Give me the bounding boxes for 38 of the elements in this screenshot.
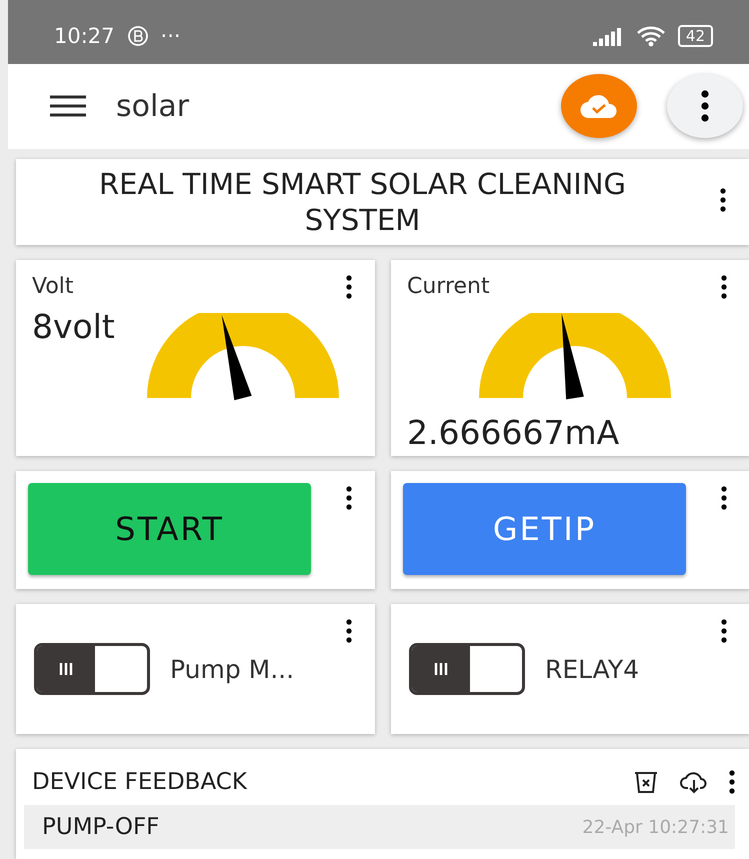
app-title: solar [116, 88, 190, 124]
feedback-title: DEVICE FEEDBACK [32, 769, 248, 795]
clear-icon[interactable] [633, 770, 659, 794]
switch-label: Pump M... [170, 654, 294, 684]
more-icon [721, 275, 727, 299]
action-button[interactable]: START [28, 483, 311, 575]
more-icon [729, 770, 735, 794]
more-icon [721, 619, 727, 643]
menu-button[interactable] [50, 95, 86, 118]
signal-icon [592, 26, 624, 46]
more-icon [346, 275, 352, 299]
battery-indicator: 42 [678, 24, 713, 47]
feedback-time: 22-Apr 10:27:31 [582, 816, 729, 838]
toggle-switch[interactable] [34, 643, 150, 695]
more-icon [721, 486, 727, 510]
cloud-download-icon[interactable] [679, 770, 709, 794]
more-button[interactable] [667, 74, 743, 138]
more-icon [346, 619, 352, 643]
more-icon [701, 90, 709, 122]
clock: 10:27 [54, 24, 115, 48]
toggle-switch[interactable] [409, 643, 525, 695]
feedback-message: PUMP-OFF [42, 814, 160, 840]
gauge-label: Current [407, 274, 490, 299]
action-button[interactable]: GETIP [403, 483, 686, 575]
more-icon [346, 486, 352, 510]
notification-icon [126, 24, 149, 47]
more-notifications: ··· [160, 24, 182, 48]
grip-icon [434, 663, 448, 675]
more-icon [720, 188, 726, 212]
cloud-check-icon [579, 92, 619, 120]
gauge-value: 2.666667mA [407, 413, 620, 452]
cloud-status-button[interactable] [561, 74, 637, 138]
grip-icon [59, 663, 73, 675]
gauge-label: Volt [32, 274, 74, 299]
gauge-value: 8volt [32, 307, 115, 346]
dashboard-title: REAL TIME SMART SOLAR CLEANING SYSTEM [98, 166, 627, 238]
wifi-icon [636, 24, 666, 47]
switch-label: RELAY4 [545, 654, 640, 684]
